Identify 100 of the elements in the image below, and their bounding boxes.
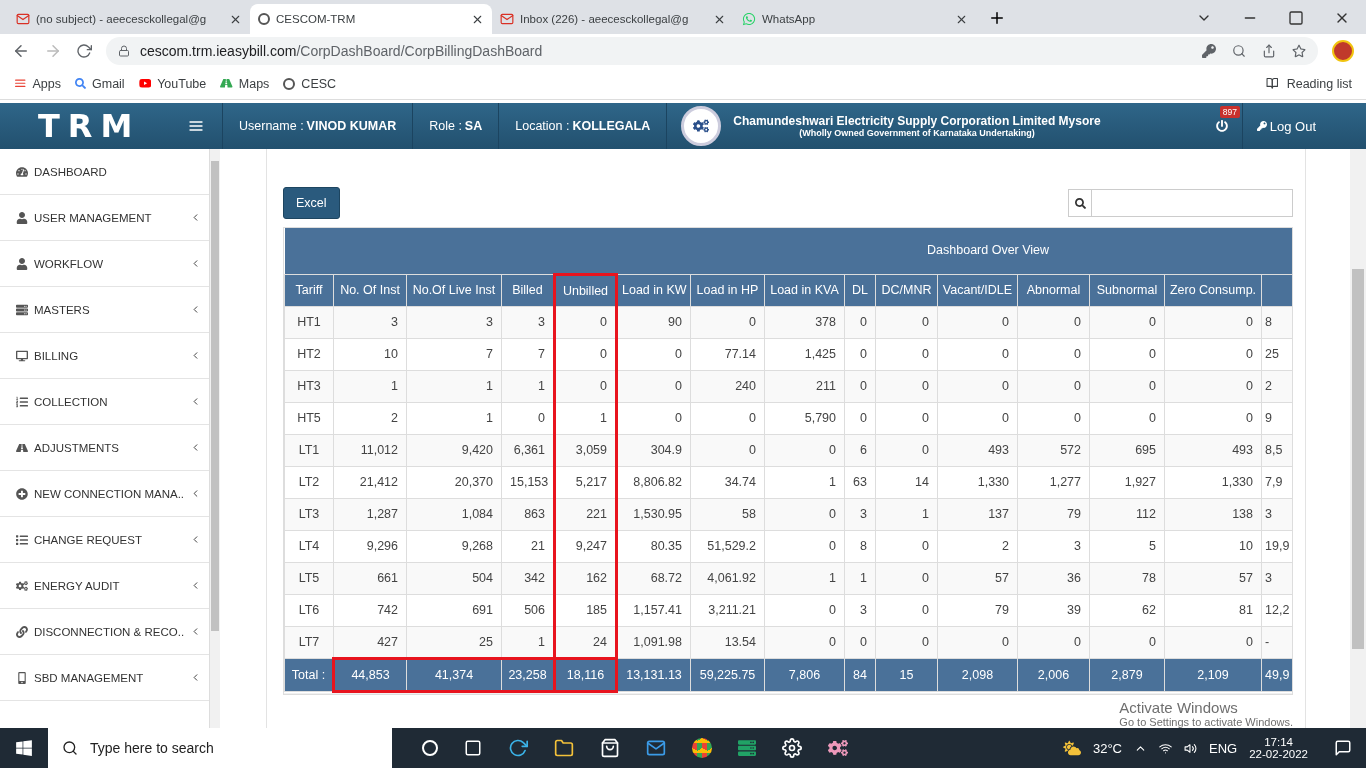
table-cell: 1 [764,466,845,498]
table-cell: 3 [406,306,502,338]
table-cell: 9,247 [554,530,617,562]
table-cell: 0 [875,370,938,402]
mail-icon[interactable] [646,738,666,758]
share-icon[interactable] [1262,44,1276,58]
bookmark[interactable]: YouTube [138,76,207,91]
column-header[interactable]: Vacant/IDLE [937,274,1018,306]
column-header[interactable]: Load in HP [690,274,765,306]
key-icon[interactable] [1202,44,1216,58]
task-view-icon[interactable] [464,739,482,757]
table-cell: 13.54 [690,626,765,658]
menu-item-icon [16,349,28,362]
bookmark[interactable]: CESC [283,76,337,91]
table-cell: 0 [937,370,1018,402]
column-header[interactable]: Load in KW [616,274,691,306]
table-title: Dashboard Over View [284,228,1292,274]
sidebar-item[interactable]: USER MANAGEMENT [0,195,209,241]
excel-button[interactable]: Excel [283,187,340,219]
column-header[interactable]: Unbilled [554,274,617,306]
settings-icon[interactable] [782,738,802,758]
sidebar-item[interactable]: NEW CONNECTION MANA.. [0,471,209,517]
avatar[interactable] [1332,40,1354,62]
browser-tab[interactable]: Inbox (226) - aeecesckollegal@g [492,4,734,34]
sidebar-item[interactable]: DISCONNECTION & RECO.. [0,609,209,655]
column-header[interactable]: DL [844,274,876,306]
table-cell: LT6 [284,594,334,626]
column-header[interactable]: Tariff [284,274,334,306]
volume-icon[interactable] [1184,741,1197,755]
column-header[interactable]: Subnormal [1089,274,1165,306]
sidebar-item[interactable]: SBD MANAGEMENT [0,655,209,701]
taskbar-search-field[interactable]: Type here to search [48,728,392,768]
table-cell: 0 [764,530,845,562]
new-tab-icon[interactable] [988,9,1006,27]
reading-list-button[interactable]: Reading list [1266,76,1352,91]
weather-icon [1062,739,1081,757]
folder-icon[interactable] [554,738,574,758]
browser-tab[interactable]: WhatsApp [734,4,976,34]
search-field[interactable] [1068,189,1293,217]
notifications-icon[interactable] [1334,739,1352,757]
bookmark[interactable]: Gmail [75,76,125,91]
column-header[interactable]: Abnormal [1017,274,1090,306]
table-cell: 0 [1017,338,1090,370]
sidebar-item[interactable]: CHANGE REQUEST [0,517,209,563]
language-indicator[interactable]: ENG [1209,740,1238,756]
column-header[interactable]: No. Of Inst [333,274,407,306]
column-header[interactable]: Load in KVA [764,274,845,306]
table-cell: 0 [764,626,845,658]
maximize-icon[interactable] [1288,10,1304,26]
table-cell: 572 [1017,434,1090,466]
bookmark[interactable]: Maps [220,76,270,91]
table-cell: HT1 [284,306,334,338]
column-header[interactable]: Billed [501,274,555,306]
table-cell: 2 [333,402,407,434]
table-cell: 0 [1164,370,1262,402]
table-cell: 1,530.95 [616,498,691,530]
zoom-icon[interactable] [1232,44,1246,58]
start-icon[interactable] [15,739,33,757]
table-cell: 8,806.82 [616,466,691,498]
table-cell: 221 [554,498,617,530]
table-cell: 0 [1089,306,1165,338]
table-cell: 185 [554,594,617,626]
column-header[interactable]: DC/MNR [875,274,938,306]
star-icon[interactable] [1292,44,1306,58]
store-icon[interactable] [600,738,620,758]
sidebar-item[interactable]: BILLING [0,333,209,379]
table-cell: 4,061.92 [690,562,765,594]
table-cell: HT2 [284,338,334,370]
sidebar-item[interactable]: WORKFLOW [0,241,209,287]
table-cell: 10 [333,338,407,370]
sidebar-item[interactable]: MASTERS [0,287,209,333]
circle-icon[interactable] [422,740,438,756]
back-icon[interactable] [12,42,30,60]
table-cell: 9,268 [406,530,502,562]
address-field[interactable]: cescom.trm.ieasybill.com/CorpDashBoard/CorpBillingDashBoard [106,37,1318,65]
table-cell: 9,420 [406,434,502,466]
sidebar-item[interactable]: ENERGY AUDIT [0,563,209,609]
page-scrollbar[interactable] [1350,149,1366,728]
org-subtitle: (Wholly Owned Government of Karnataka Undertaking) [799,128,1035,138]
column-header[interactable]: No.Of Live Inst [406,274,502,306]
column-header-clipped[interactable] [1261,274,1292,306]
browser-tab[interactable]: (no subject) - aeecesckollegal@g [8,4,250,34]
network-icon[interactable] [1159,741,1172,755]
column-header[interactable]: Zero Consump. [1164,274,1262,306]
sidebar-item[interactable]: ADJUSTMENTS [0,425,209,471]
reload-icon[interactable] [76,43,92,59]
sidebar-item[interactable]: DASHBOARD [0,149,209,195]
browser-tab[interactable]: CESCOM-TRM [250,4,492,34]
menu-item-icon [16,533,28,546]
table-cell: 0 [1089,370,1165,402]
table-cell: 493 [1164,434,1262,466]
power-icon[interactable] [1215,120,1228,132]
scrollbar[interactable] [210,149,220,728]
menu-icon[interactable] [188,118,204,134]
sidebar-item[interactable]: COLLECTION [0,379,209,425]
bookmark[interactable]: Apps [14,76,61,91]
table-cell: 0 [764,434,845,466]
table-cell: 304.9 [616,434,691,466]
table-cell: 3 [1017,530,1090,562]
table-cell: 1,157.41 [616,594,691,626]
